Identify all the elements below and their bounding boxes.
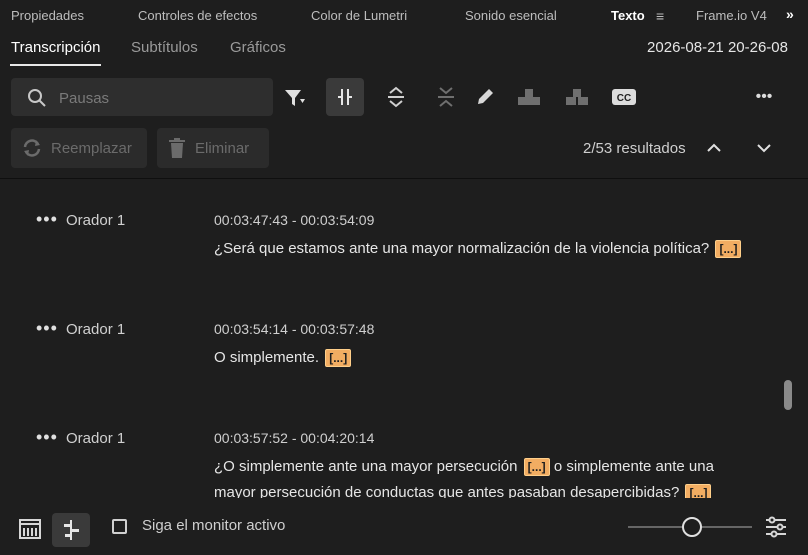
entry-text[interactable]: ¿Será que estamos ante una mayor normali…: [214, 236, 754, 262]
toolbar-divider: [0, 178, 808, 179]
speaker-label[interactable]: Orador 1: [66, 430, 125, 447]
tab-graficos[interactable]: Gráficos: [230, 39, 286, 56]
entry-timecode: 00:03:47:43 - 00:03:54:09: [214, 212, 375, 228]
entry-menu-icon[interactable]: •••: [36, 210, 58, 228]
expand-segments-button[interactable]: [380, 78, 412, 116]
tab-texto[interactable]: Texto: [611, 8, 645, 23]
speaker-label[interactable]: Orador 1: [66, 321, 125, 338]
tab-transcripcion[interactable]: Transcripción: [11, 39, 100, 56]
entry-menu-icon[interactable]: •••: [36, 428, 58, 446]
panel-menu-icon[interactable]: ≡: [656, 8, 664, 24]
search-field[interactable]: [11, 78, 273, 116]
entry-text[interactable]: ¿O simplemente ante una mayor persecució…: [214, 454, 754, 498]
speaker-label[interactable]: Orador 1: [66, 212, 125, 229]
zoom-slider-thumb[interactable]: [682, 517, 702, 537]
next-result-icon[interactable]: [754, 138, 774, 158]
split-icon: [338, 89, 352, 105]
bottom-toolbar: Siga el monitor activo: [0, 505, 808, 550]
speakers-icon: [518, 89, 540, 105]
transcript-timestamp: 2026-08-21 20-26-08: [647, 39, 788, 56]
settings-sliders-icon[interactable]: [764, 515, 788, 539]
follow-monitor-label: Siga el monitor activo: [142, 517, 286, 534]
split-segment-button[interactable]: [326, 78, 364, 116]
filter-button[interactable]: [278, 78, 312, 116]
more-panels-icon[interactable]: »: [786, 6, 794, 22]
expand-icon: [388, 86, 404, 108]
captions-button[interactable]: CC: [608, 78, 640, 116]
replace-icon: [23, 139, 41, 157]
transcript-list[interactable]: ••• Orador 1 00:03:47:43 - 00:03:54:09 ¿…: [0, 180, 808, 498]
edit-button[interactable]: [470, 78, 500, 116]
previous-result-icon[interactable]: [704, 138, 724, 158]
search-input[interactable]: [57, 86, 261, 110]
tab-sonido-esencial[interactable]: Sonido esencial: [465, 8, 557, 23]
tab-controles-de-efectos[interactable]: Controles de efectos: [138, 8, 257, 23]
svg-text:CC: CC: [617, 93, 631, 104]
trash-icon: [169, 138, 185, 158]
pencil-icon: [478, 89, 493, 104]
speaker-split-button[interactable]: [560, 78, 594, 116]
follow-monitor-checkbox[interactable]: [112, 519, 127, 534]
entry-text[interactable]: O simplemente. [...]: [214, 345, 754, 371]
entry-menu-icon[interactable]: •••: [36, 319, 58, 337]
pause-marker[interactable]: [...]: [325, 349, 352, 368]
pause-marker[interactable]: [...]: [715, 240, 742, 259]
tab-propiedades[interactable]: Propiedades: [11, 8, 84, 23]
replace-label: Reemplazar: [51, 139, 132, 157]
filmstrip-icon: [19, 519, 41, 539]
tab-frame-io[interactable]: Frame.io V4: [696, 8, 767, 23]
cc-icon: CC: [612, 89, 636, 105]
entry-text-content[interactable]: ¿Será que estamos ante una mayor normali…: [214, 240, 709, 257]
entry-timecode: 00:03:54:14 - 00:03:57:48: [214, 321, 375, 337]
sequence-source-button[interactable]: [14, 513, 48, 547]
alignment-icon: [64, 520, 79, 540]
pause-marker[interactable]: [...]: [523, 458, 550, 477]
active-tab-underline: [10, 64, 101, 66]
speaker-assign-button[interactable]: [512, 78, 546, 116]
transcript-scrollbar-thumb[interactable]: [784, 380, 792, 410]
merge-icon: [438, 87, 454, 107]
text-subtabs: Transcripción Subtítulos Gráficos 2026-0…: [0, 36, 808, 68]
search-icon: [28, 89, 46, 107]
more-options-button[interactable]: •••: [748, 78, 780, 116]
delete-button[interactable]: Eliminar: [157, 128, 269, 168]
panel-tab-bar: Propiedades Controles de efectos Color d…: [0, 0, 808, 32]
tab-color-de-lumetri[interactable]: Color de Lumetri: [311, 8, 407, 23]
filter-icon: [285, 90, 305, 106]
merge-segments-button[interactable]: [430, 78, 462, 116]
delete-label: Eliminar: [195, 139, 250, 157]
entry-text-content[interactable]: ¿O simplemente ante una mayor persecució…: [214, 458, 517, 475]
tab-subtitulos[interactable]: Subtítulos: [131, 39, 198, 56]
pause-marker[interactable]: [...]: [685, 484, 712, 498]
replace-button[interactable]: Reemplazar: [11, 128, 147, 168]
speakers-split-icon: [566, 89, 588, 105]
entry-timecode: 00:03:57:52 - 00:04:20:14: [214, 430, 375, 446]
align-transcript-button[interactable]: [52, 513, 90, 547]
search-results-count: 2/53 resultados: [583, 140, 686, 157]
entry-text-content[interactable]: O simplemente.: [214, 349, 319, 366]
